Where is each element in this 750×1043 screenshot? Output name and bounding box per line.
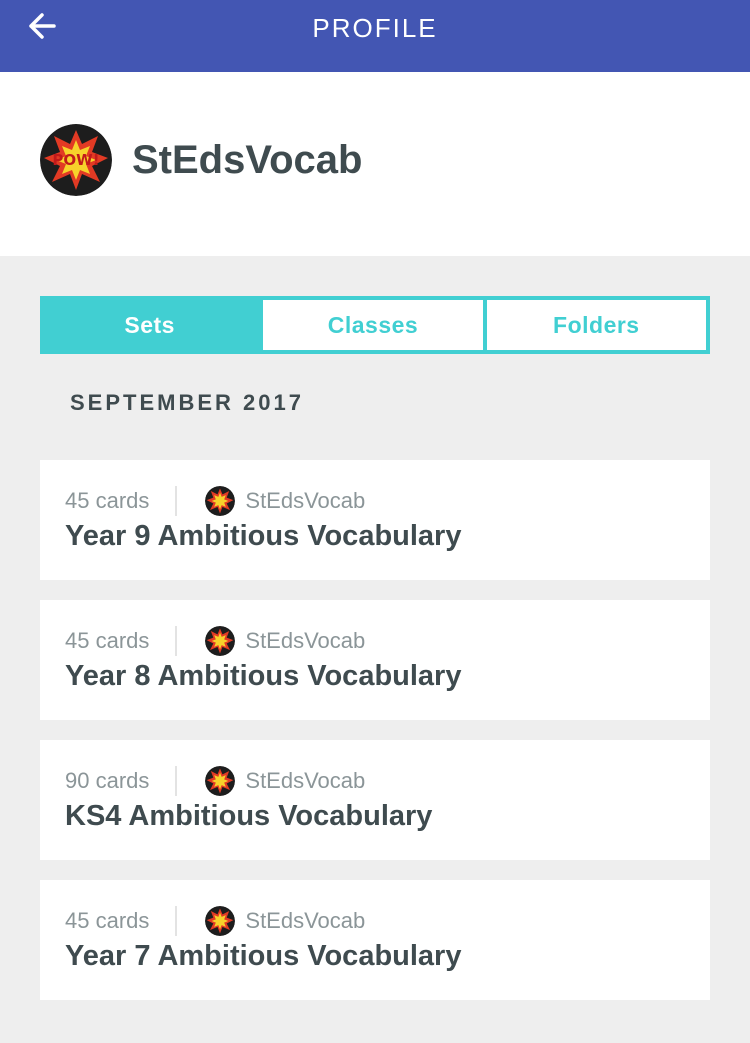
set-title: Year 7 Ambitious Vocabulary bbox=[65, 940, 462, 972]
page-title: PROFILE bbox=[312, 13, 438, 43]
pow-comic-avatar-icon: POW! bbox=[40, 124, 112, 196]
set-title: Year 8 Ambitious Vocabulary bbox=[65, 660, 462, 692]
profile-tabs: Sets Classes Folders bbox=[40, 296, 710, 354]
profile-username: StEdsVocab bbox=[132, 138, 363, 182]
pow-comic-avatar-icon bbox=[205, 486, 236, 516]
avatar[interactable]: POW! bbox=[40, 124, 112, 196]
creator-name[interactable]: StEdsVocab bbox=[245, 904, 365, 938]
set-card[interactable]: 90 cards StEdsVocab KS4 Ambitious Vocabu… bbox=[40, 740, 710, 860]
set-meta: 90 cards StEdsVocab bbox=[65, 764, 365, 798]
creator-name[interactable]: StEdsVocab bbox=[245, 484, 365, 518]
pow-comic-avatar-icon bbox=[205, 626, 236, 656]
set-card[interactable]: 45 cards StEdsVocab Year 7 Ambitious Voc… bbox=[40, 880, 710, 1000]
meta-divider bbox=[175, 626, 178, 656]
tab-folders[interactable]: Folders bbox=[482, 296, 710, 354]
set-title: Year 9 Ambitious Vocabulary bbox=[65, 520, 462, 552]
meta-divider bbox=[175, 766, 178, 796]
card-count: 90 cards bbox=[65, 768, 150, 793]
meta-divider bbox=[175, 486, 178, 516]
tab-classes[interactable]: Classes bbox=[259, 296, 483, 354]
top-app-bar: PROFILE bbox=[0, 0, 750, 72]
card-count: 45 cards bbox=[65, 908, 150, 933]
creator-avatar bbox=[205, 486, 236, 516]
meta-divider bbox=[175, 906, 178, 936]
pow-comic-avatar-icon bbox=[205, 766, 236, 796]
card-count: 45 cards bbox=[65, 488, 150, 513]
set-meta: 45 cards StEdsVocab bbox=[65, 904, 365, 938]
set-meta: 45 cards StEdsVocab bbox=[65, 624, 365, 658]
creator-name[interactable]: StEdsVocab bbox=[245, 764, 365, 798]
set-card[interactable]: 45 cards StEdsVocab Year 8 Ambitious Voc… bbox=[40, 600, 710, 720]
creator-avatar bbox=[205, 626, 236, 656]
section-heading: SEPTEMBER 2017 bbox=[70, 390, 304, 415]
pow-comic-avatar-icon bbox=[205, 906, 236, 936]
card-count: 45 cards bbox=[65, 628, 150, 653]
avatar-logo-text: POW! bbox=[52, 151, 99, 169]
back-button[interactable] bbox=[24, 6, 68, 46]
creator-avatar bbox=[205, 766, 236, 796]
set-list: 45 cards StEdsVocab Year 9 Ambitious Voc… bbox=[40, 460, 710, 1020]
tab-sets[interactable]: Sets bbox=[40, 296, 260, 354]
arrow-left-icon bbox=[29, 13, 56, 39]
creator-name[interactable]: StEdsVocab bbox=[245, 624, 365, 658]
profile-header: POW! StEdsVocab bbox=[0, 72, 750, 256]
creator-avatar bbox=[205, 906, 236, 936]
set-title: KS4 Ambitious Vocabulary bbox=[65, 800, 433, 832]
set-meta: 45 cards StEdsVocab bbox=[65, 484, 365, 518]
set-card[interactable]: 45 cards StEdsVocab Year 9 Ambitious Voc… bbox=[40, 460, 710, 580]
